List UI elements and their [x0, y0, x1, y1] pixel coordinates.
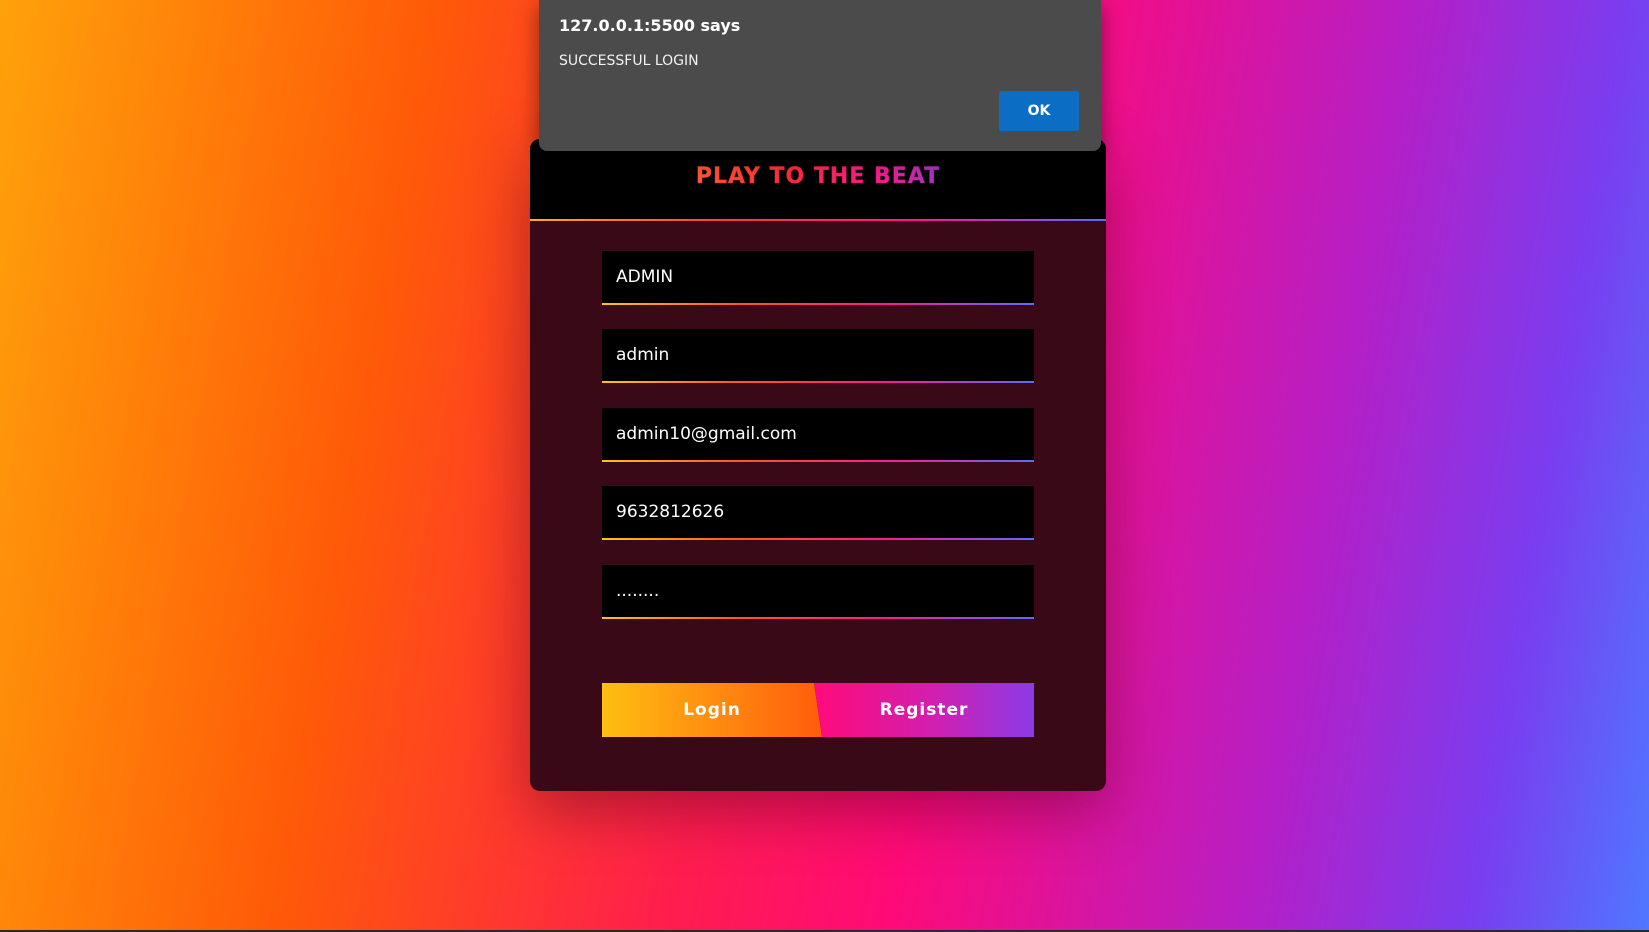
username-field[interactable] [602, 329, 1034, 381]
password-field[interactable] [602, 565, 1034, 617]
phone-field[interactable] [602, 486, 1034, 538]
brand-title: PLAY TO THE BEAT [530, 164, 1106, 189]
alert-ok-button[interactable]: OK [999, 91, 1079, 131]
name-field[interactable] [602, 251, 1034, 303]
name-field-wrapper [602, 251, 1034, 305]
phone-field-wrapper [602, 486, 1034, 540]
email-field-wrapper [602, 408, 1034, 462]
alert-origin: 127.0.0.1:5500 says [559, 16, 741, 35]
email-field[interactable] [602, 408, 1034, 460]
login-button[interactable]: Login [602, 683, 822, 737]
action-buttons: Login Register [602, 683, 1034, 737]
login-card: PLAY TO THE BEAT Login Register [530, 139, 1106, 791]
register-button[interactable]: Register [814, 683, 1034, 737]
username-field-wrapper [602, 329, 1034, 383]
alert-dialog: 127.0.0.1:5500 says SUCCESSFUL LOGIN OK [539, 0, 1101, 151]
card-header: PLAY TO THE BEAT [530, 139, 1106, 221]
alert-message: SUCCESSFUL LOGIN [559, 53, 699, 69]
password-field-wrapper [602, 565, 1034, 619]
